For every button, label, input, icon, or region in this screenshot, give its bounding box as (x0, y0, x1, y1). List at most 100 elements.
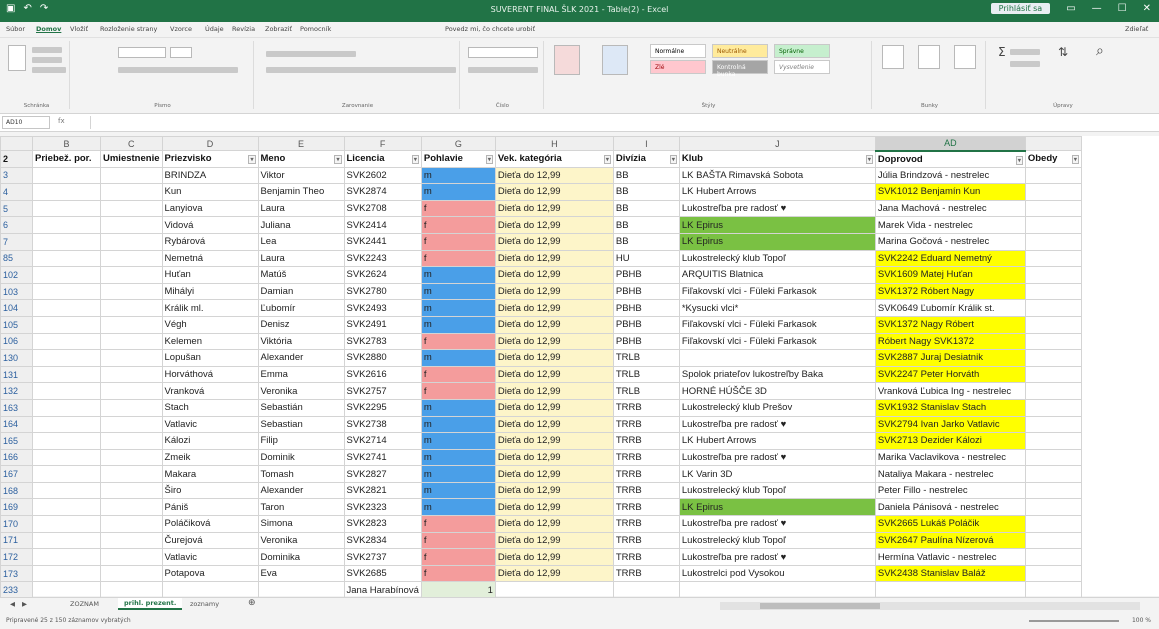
cell-divizia[interactable]: PBHB (612, 282, 680, 301)
cell-doprovod[interactable]: SVK2794 Ivan Jarko Vatlavic (874, 415, 1026, 434)
cell-licencia[interactable]: SVK2714 (343, 432, 422, 450)
cell-priebez[interactable] (32, 282, 101, 301)
cell-priebez[interactable] (32, 531, 101, 550)
cell-meno[interactable]: Laura (257, 249, 345, 268)
cell-meno[interactable]: Ľubomír (257, 299, 345, 317)
header-cell[interactable]: Divízia ▾ (612, 150, 680, 168)
filter-dropdown-icon[interactable]: ▾ (1071, 155, 1079, 165)
find-select-icon[interactable]: ⌕ (1096, 43, 1104, 59)
cell-meno[interactable]: Veronika (257, 531, 345, 550)
filter-dropdown-icon[interactable]: ▾ (1015, 155, 1023, 165)
cell-vek-kategoria[interactable]: Dieťa do 12,99 (494, 382, 614, 400)
cell-priebez[interactable] (32, 166, 101, 185)
cell-doprovod[interactable]: Nataliya Makara - nestrelec (874, 465, 1026, 483)
cell-doprovod[interactable]: SVK1372 Róbert Nagy (874, 282, 1026, 301)
cell-priebez[interactable] (32, 564, 101, 583)
cell-obedy[interactable] (1024, 299, 1082, 317)
cell-doprovod[interactable]: SVK2247 Peter Horváth (874, 365, 1026, 384)
cell-priezvisko[interactable]: Vidová (161, 216, 259, 234)
cell-priebez[interactable] (32, 382, 101, 400)
row-number[interactable]: 173 (0, 564, 33, 583)
style-explanatory[interactable]: Vysvetlenie (774, 60, 830, 74)
cell-priezvisko[interactable]: Pániš (161, 498, 259, 517)
cell-pohlavie[interactable]: m (420, 166, 496, 185)
cell-meno[interactable]: Emma (257, 365, 345, 384)
style-bad[interactable]: Zlé (650, 60, 706, 74)
cell-meno[interactable]: Viktória (257, 332, 345, 351)
cell-umiestnenie[interactable] (100, 548, 163, 566)
cell-klub[interactable]: LK Epirus (678, 498, 876, 517)
cell-pohlavie[interactable]: m (420, 481, 496, 500)
cell-klub[interactable]: LK BAŠTA Rimavská Sobota (678, 166, 876, 185)
cell-divizia[interactable]: TRRB (612, 498, 680, 517)
conditional-formatting-icon[interactable] (554, 45, 580, 75)
cell-umiestnenie[interactable] (100, 232, 163, 251)
cell-obedy[interactable] (1024, 199, 1082, 218)
row-number[interactable]: 130 (0, 349, 33, 367)
column-header[interactable]: I (612, 136, 680, 151)
cell-priebez[interactable] (32, 548, 101, 566)
sort-filter-icon[interactable]: ⇅ (1058, 45, 1068, 59)
row-number[interactable]: 4 (0, 183, 33, 201)
cell-divizia[interactable]: TRRB (612, 548, 680, 566)
sheet-tab-zoznamy[interactable]: zoznamy (190, 600, 219, 608)
cell-pohlavie[interactable]: f (420, 216, 496, 234)
row-number[interactable]: 105 (0, 315, 33, 334)
cell-klub[interactable]: Lukostrelecký klub Topoľ (678, 249, 876, 268)
cell-umiestnenie[interactable] (100, 266, 163, 284)
row-number[interactable]: 2 (0, 150, 33, 168)
cell-meno[interactable]: Alexander (257, 349, 345, 367)
cell-umiestnenie[interactable] (100, 315, 163, 334)
cell-meno[interactable]: Eva (257, 564, 345, 583)
cell-meno[interactable]: Filip (257, 432, 345, 450)
tab-data[interactable]: Údaje (205, 25, 224, 33)
cell-meno[interactable]: Alexander (257, 481, 345, 500)
row-number[interactable]: 85 (0, 249, 33, 268)
cell-obedy[interactable] (1024, 564, 1082, 583)
cell-doprovod[interactable]: Hermína Vatlavic - nestrelec (874, 548, 1026, 566)
cell-meno[interactable]: Sebastián (257, 398, 345, 417)
filter-dropdown-icon[interactable]: ▾ (865, 155, 873, 165)
cell-doprovod[interactable]: SVK1012 Benjamín Kun (874, 183, 1026, 201)
cell-licencia[interactable]: SVK2834 (343, 531, 422, 550)
cell-klub[interactable] (678, 349, 876, 367)
cell-priezvisko[interactable]: Potapova (161, 564, 259, 583)
cell-licencia[interactable]: SVK2880 (343, 349, 422, 367)
cell-doprovod[interactable]: SVK2438 Stanislav Baláž (874, 564, 1026, 583)
cell-divizia[interactable]: PBHB (612, 315, 680, 334)
cell-divizia[interactable]: TRLB (612, 349, 680, 367)
cell-obedy[interactable] (1024, 415, 1082, 434)
cell-vek-kategoria[interactable]: Dieťa do 12,99 (494, 183, 614, 201)
cell-pohlavie[interactable]: m (420, 315, 496, 334)
cell-obedy[interactable] (1024, 166, 1082, 185)
cell-obedy[interactable] (1024, 465, 1082, 483)
paste-icon[interactable] (8, 45, 26, 71)
header-cell[interactable]: Vek. kategória ▾ (494, 150, 614, 168)
cell-klub[interactable]: Fiľakovskí vlci - Füleki Farkasok (678, 315, 876, 334)
cell-priezvisko[interactable]: Nemetná (161, 249, 259, 268)
cell-priebez[interactable] (32, 432, 101, 450)
cell-vek-kategoria[interactable]: Dieťa do 12,99 (494, 282, 614, 301)
cell-umiestnenie[interactable] (100, 432, 163, 450)
horizontal-scrollbar[interactable] (720, 602, 1140, 610)
cell-meno[interactable]: Benjamin Theo (257, 183, 345, 201)
cell-klub[interactable]: Spolok priateľov lukostreľby Baka (678, 365, 876, 384)
maximize-icon[interactable]: ☐ (1118, 3, 1127, 14)
cell-priebez[interactable] (32, 515, 101, 533)
share-button[interactable]: Zdieľať (1125, 25, 1148, 33)
cell-pohlavie[interactable]: f (420, 382, 496, 400)
cell-priezvisko[interactable]: Lopušan (161, 349, 259, 367)
header-cell[interactable]: Licencia ▾ (343, 150, 422, 168)
row-number[interactable]: 170 (0, 515, 33, 533)
cell-obedy[interactable] (1024, 531, 1082, 550)
tab-file[interactable]: Súbor (6, 25, 25, 33)
row-number[interactable]: 172 (0, 548, 33, 566)
cell-meno[interactable]: Juliana (257, 216, 345, 234)
format-as-table-icon[interactable] (602, 45, 628, 75)
cell-doprovod[interactable]: Peter Fillo - nestrelec (874, 481, 1026, 500)
cell-vek-kategoria[interactable]: Dieťa do 12,99 (494, 465, 614, 483)
cell-obedy[interactable] (1024, 448, 1082, 467)
cell-licencia[interactable]: SVK2295 (343, 398, 422, 417)
cell-priebez[interactable] (32, 266, 101, 284)
cell-doprovod[interactable]: Daniela Pánisová - nestrelec (874, 498, 1026, 517)
